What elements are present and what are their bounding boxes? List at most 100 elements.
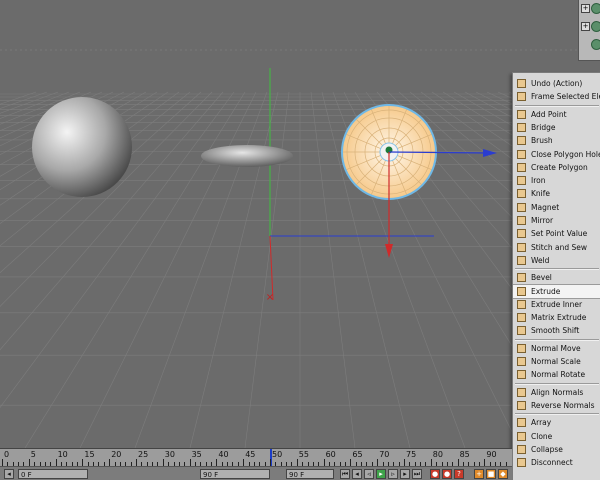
extrude-icon (517, 286, 526, 296)
autokey-button[interactable]: ● (442, 469, 452, 479)
ruler-tick (270, 459, 271, 466)
menu-item-label: Iron (531, 176, 546, 186)
viewport[interactable]: × + + (0, 0, 600, 448)
sphere-object[interactable] (32, 97, 132, 197)
object-manager-row[interactable]: + (581, 20, 600, 32)
timeline-menu-button[interactable]: ◂ (4, 469, 14, 479)
menu-item-smooth-shift[interactable]: Smooth Shift (513, 324, 600, 337)
menu-item-stitch-and-sew[interactable]: Stitch and Sew (513, 241, 600, 254)
object-manager-row[interactable]: + (581, 2, 600, 14)
ruler-tick (50, 462, 52, 466)
menu-item-label: Add Point (531, 109, 567, 119)
menu-item-frame-selected[interactable]: Frame Selected Elements (513, 90, 600, 103)
menu-item-knife[interactable]: Knife (513, 187, 600, 200)
menu-item-normal-move[interactable]: Normal Move (513, 342, 600, 355)
viewport-canvas[interactable]: × (0, 0, 600, 448)
object-manager-row[interactable] (581, 38, 600, 50)
menu-item-disconnect[interactable]: Disconnect (513, 456, 600, 469)
menu-item-weld[interactable]: Weld (513, 254, 600, 267)
menu-item-extrude-inner[interactable]: Extrude Inner (513, 298, 600, 311)
menu-item-set-point-value[interactable]: Set Point Value (513, 227, 600, 240)
ruler-label: 0 (4, 450, 10, 459)
menu-item-undo[interactable]: Undo (Action) (513, 77, 600, 90)
menu-item-magnet[interactable]: Magnet (513, 201, 600, 214)
menu-item-label: Create Polygon (531, 162, 588, 172)
ruler-label: 20 (111, 450, 122, 459)
keyframe-selection-button[interactable]: ? (454, 469, 464, 479)
menu-item-label: Array (531, 418, 552, 428)
menu-item-clone[interactable]: Clone (513, 430, 600, 443)
ruler-tick (398, 462, 400, 466)
menu-item-iron[interactable]: Iron (513, 174, 600, 187)
object-manager-panel[interactable]: + + (578, 0, 600, 61)
menu-item-label: Align Normals (531, 387, 584, 397)
add-point-icon (517, 109, 526, 119)
ruler-tick (280, 462, 282, 466)
menu-item-bridge[interactable]: Bridge (513, 121, 600, 134)
menu-item-reverse-normals[interactable]: Reverse Normals (513, 399, 600, 412)
menu-item-close-polygon-hole[interactable]: Close Polygon Hole (513, 148, 600, 161)
menu-item-label: Close Polygon Hole (531, 149, 600, 159)
ruler-tick (173, 462, 175, 466)
brush-icon (517, 136, 526, 146)
menu-item-label: Undo (Action) (531, 79, 583, 88)
menu-item-matrix-extrude[interactable]: Matrix Extrude (513, 311, 600, 324)
ruler-tick (414, 462, 416, 466)
ruler-label: 70 (379, 450, 390, 459)
menu-item-label: Weld (531, 255, 550, 265)
menu-item-extrude[interactable]: Extrude (513, 283, 600, 299)
menu-item-collapse[interactable]: Collapse (513, 443, 600, 456)
go-to-end-button[interactable]: ⏭ (412, 469, 422, 479)
menu-item-mirror[interactable]: Mirror (513, 214, 600, 227)
ruler-tick (489, 462, 491, 466)
ruler-tick (377, 459, 379, 466)
play-button[interactable]: ▸ (376, 469, 386, 479)
menu-item-bevel[interactable]: Bevel (513, 271, 600, 284)
move-key-button[interactable]: + (474, 469, 484, 479)
timeline-panel[interactable]: 0 5 10 15 20 25 30 35 40 45 50 55 60 65 70 75 80 85 90 ◂ 0… (0, 448, 512, 480)
ruler-tick (146, 462, 148, 466)
ruler-tick (404, 459, 405, 466)
undo-icon (517, 79, 526, 88)
expand-toggle-icon[interactable]: + (581, 4, 590, 13)
menu-item-add-point[interactable]: Add Point (513, 108, 600, 121)
next-frame-button[interactable]: ▹ (388, 469, 398, 479)
ruler-tick (323, 459, 325, 466)
ruler-label: 5 (30, 450, 36, 459)
ruler-tick (200, 462, 202, 466)
disc-object[interactable] (201, 145, 293, 167)
end-frame-field[interactable]: 90 F (200, 469, 270, 479)
extrude-inner-icon (517, 299, 526, 309)
record-button[interactable]: ● (430, 469, 440, 479)
bridge-icon (517, 122, 526, 132)
ruler-tick (232, 462, 234, 466)
previous-frame-button[interactable]: ◃ (364, 469, 374, 479)
menu-item-label: Magnet (531, 202, 560, 212)
ruler-tick (237, 462, 239, 466)
menu-item-label: Bevel (531, 273, 552, 283)
ruler-tick (216, 459, 218, 466)
max-frame-field[interactable]: 90 F (286, 469, 334, 479)
timeline-ruler[interactable]: 0 5 10 15 20 25 30 35 40 45 50 55 60 65 70 75 80 85 90 (0, 449, 512, 467)
ruler-tick (366, 462, 368, 466)
menu-item-brush[interactable]: Brush (513, 134, 600, 147)
next-key-button[interactable]: ▸ (400, 469, 410, 479)
menu-item-normal-rotate[interactable]: Normal Rotate (513, 368, 600, 381)
rotate-key-button[interactable]: ■ (486, 469, 496, 479)
ruler-tick (500, 462, 502, 466)
menu-item-create-polygon[interactable]: Create Polygon (513, 161, 600, 174)
expand-toggle-icon[interactable]: + (581, 22, 590, 31)
ruler-label: 30 (164, 450, 175, 459)
menu-item-normal-scale[interactable]: Normal Scale (513, 355, 600, 368)
ruler-tick (2, 459, 3, 466)
menu-item-array[interactable]: Array (513, 416, 600, 429)
go-to-start-button[interactable]: ⏮ (340, 469, 350, 479)
context-menu[interactable]: Undo (Action) Frame Selected Elements Add … (512, 72, 600, 480)
array-icon (517, 418, 526, 428)
scale-key-button[interactable]: ◆ (498, 469, 508, 479)
set-point-value-icon (517, 229, 526, 239)
previous-key-button[interactable]: ◂ (352, 469, 362, 479)
start-frame-field[interactable]: 0 F (18, 469, 88, 479)
menu-item-align-normals[interactable]: Align Normals (513, 386, 600, 399)
ruler-tick (312, 462, 314, 466)
